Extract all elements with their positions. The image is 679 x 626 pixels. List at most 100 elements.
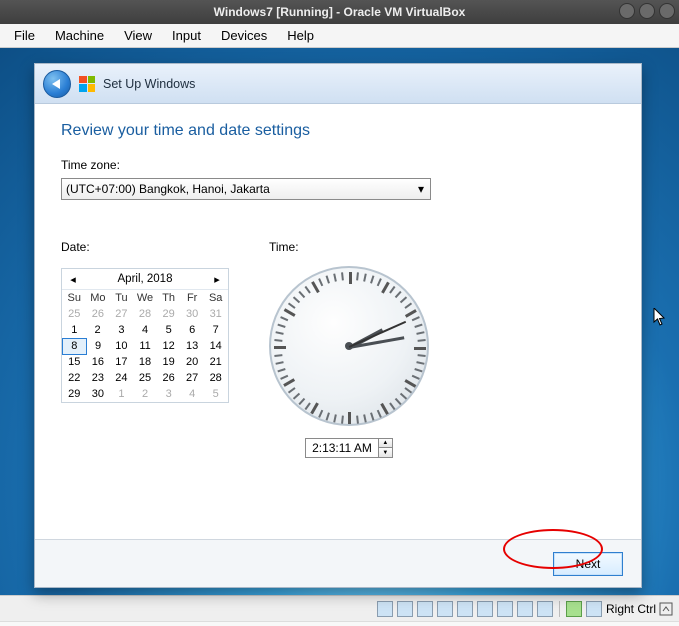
cal-day-header: We: [133, 290, 157, 306]
back-button[interactable]: [43, 70, 71, 98]
host-key-indicator: Right Ctrl: [606, 602, 673, 616]
calendar-day[interactable]: 31: [204, 306, 228, 322]
cal-day-header: Tu: [110, 290, 134, 306]
menu-file[interactable]: File: [6, 26, 43, 45]
calendar-day[interactable]: 10: [110, 338, 134, 354]
vm-statusbar: Right Ctrl: [0, 595, 679, 621]
wizard-header-text: Set Up Windows: [103, 77, 195, 91]
calendar-day[interactable]: 29: [63, 386, 87, 402]
calendar-day[interactable]: 14: [204, 338, 228, 354]
cal-day-header: Sa: [204, 290, 228, 306]
calendar-day[interactable]: 2: [133, 386, 157, 402]
timezone-value: (UTC+07:00) Bangkok, Hanoi, Jakarta: [66, 182, 270, 196]
date-label: Date:: [61, 240, 229, 254]
calendar-day[interactable]: 20: [180, 354, 204, 370]
audio-icon[interactable]: [417, 601, 433, 617]
calendar-day[interactable]: 3: [110, 322, 134, 338]
calendar-day[interactable]: 19: [157, 354, 181, 370]
calendar-day[interactable]: 25: [63, 306, 87, 322]
timezone-label: Time zone:: [61, 158, 615, 172]
calendar-day[interactable]: 11: [133, 338, 157, 354]
host-titlebar: Windows7 [Running] - Oracle VM VirtualBo…: [0, 0, 679, 24]
calendar-day[interactable]: 4: [180, 386, 204, 402]
calendar-day[interactable]: 5: [204, 386, 228, 402]
calendar-day[interactable]: 27: [110, 306, 134, 322]
calendar-day[interactable]: 28: [204, 370, 228, 386]
cal-day-header: Mo: [86, 290, 110, 306]
cal-day-header: Th: [157, 290, 181, 306]
calendar-title: April, 2018: [118, 273, 173, 285]
host-window-title: Windows7 [Running] - Oracle VM VirtualBo…: [214, 5, 466, 19]
calendar[interactable]: ◂ April, 2018 ▸ SuMoTuWeThFrSa2526272829…: [61, 268, 229, 403]
analog-clock: [269, 266, 429, 426]
calendar-prev-button[interactable]: ◂: [66, 272, 80, 286]
host-menubar: FileMachineViewInputDevicesHelp: [0, 24, 679, 48]
calendar-next-button[interactable]: ▸: [210, 272, 224, 286]
calendar-day[interactable]: 1: [63, 322, 87, 338]
windows-logo-icon: [79, 76, 95, 92]
calendar-day[interactable]: 8: [63, 338, 87, 354]
chevron-down-icon: ▾: [416, 182, 426, 196]
calendar-day[interactable]: 7: [204, 322, 228, 338]
back-arrow-icon: [52, 79, 60, 89]
calendar-day[interactable]: 28: [133, 306, 157, 322]
page-heading: Review your time and date settings: [61, 122, 615, 140]
host-close-button[interactable]: [659, 3, 675, 19]
spinner-up-icon[interactable]: ▲: [378, 439, 392, 448]
time-spinner[interactable]: ▲ ▼: [378, 439, 392, 457]
menu-help[interactable]: Help: [279, 26, 322, 45]
calendar-day[interactable]: 24: [110, 370, 134, 386]
calendar-day[interactable]: 23: [86, 370, 110, 386]
menu-machine[interactable]: Machine: [47, 26, 112, 45]
dialog-footer: Next: [35, 539, 641, 587]
keyboard-capture-icon[interactable]: [586, 601, 602, 617]
shared-folders-icon[interactable]: [477, 601, 493, 617]
usb-icon[interactable]: [457, 601, 473, 617]
display-icon[interactable]: [497, 601, 513, 617]
calendar-day[interactable]: 22: [63, 370, 87, 386]
calendar-day[interactable]: 9: [86, 338, 110, 354]
calendar-day[interactable]: 18: [133, 354, 157, 370]
calendar-day[interactable]: 25: [133, 370, 157, 386]
calendar-day[interactable]: 6: [180, 322, 204, 338]
spinner-down-icon[interactable]: ▼: [378, 448, 392, 457]
cal-day-header: Fr: [180, 290, 204, 306]
calendar-day[interactable]: 13: [180, 338, 204, 354]
menu-arrow-icon: [659, 602, 673, 616]
calendar-day[interactable]: 4: [133, 322, 157, 338]
guest-desktop: Set Up Windows Review your time and date…: [0, 48, 679, 595]
calendar-day[interactable]: 26: [86, 306, 110, 322]
calendar-day[interactable]: 26: [157, 370, 181, 386]
calendar-day[interactable]: 2: [86, 322, 110, 338]
mouse-integration-icon[interactable]: [566, 601, 582, 617]
calendar-day[interactable]: 3: [157, 386, 181, 402]
cal-day-header: Su: [63, 290, 87, 306]
calendar-day[interactable]: 17: [110, 354, 134, 370]
cpu-icon[interactable]: [537, 601, 553, 617]
calendar-day[interactable]: 27: [180, 370, 204, 386]
calendar-day[interactable]: 5: [157, 322, 181, 338]
calendar-day[interactable]: 16: [86, 354, 110, 370]
time-input[interactable]: 2:13:11 AM ▲ ▼: [305, 438, 393, 458]
optical-drive-icon[interactable]: [397, 601, 413, 617]
timezone-dropdown[interactable]: (UTC+07:00) Bangkok, Hanoi, Jakarta ▾: [61, 178, 431, 200]
recording-icon[interactable]: [517, 601, 533, 617]
host-maximize-button[interactable]: [639, 3, 655, 19]
next-button[interactable]: Next: [553, 552, 623, 576]
setup-windows-dialog: Set Up Windows Review your time and date…: [34, 63, 642, 588]
calendar-day[interactable]: 12: [157, 338, 181, 354]
time-value: 2:13:11 AM: [306, 441, 378, 455]
calendar-day[interactable]: 30: [180, 306, 204, 322]
calendar-day[interactable]: 29: [157, 306, 181, 322]
menu-devices[interactable]: Devices: [213, 26, 275, 45]
calendar-day[interactable]: 21: [204, 354, 228, 370]
network-icon[interactable]: [437, 601, 453, 617]
calendar-day[interactable]: 1: [110, 386, 134, 402]
host-minimize-button[interactable]: [619, 3, 635, 19]
menu-input[interactable]: Input: [164, 26, 209, 45]
menu-view[interactable]: View: [116, 26, 160, 45]
mouse-cursor-icon: [653, 308, 667, 326]
calendar-day[interactable]: 30: [86, 386, 110, 402]
hdd-activity-icon[interactable]: [377, 601, 393, 617]
calendar-day[interactable]: 15: [63, 354, 87, 370]
